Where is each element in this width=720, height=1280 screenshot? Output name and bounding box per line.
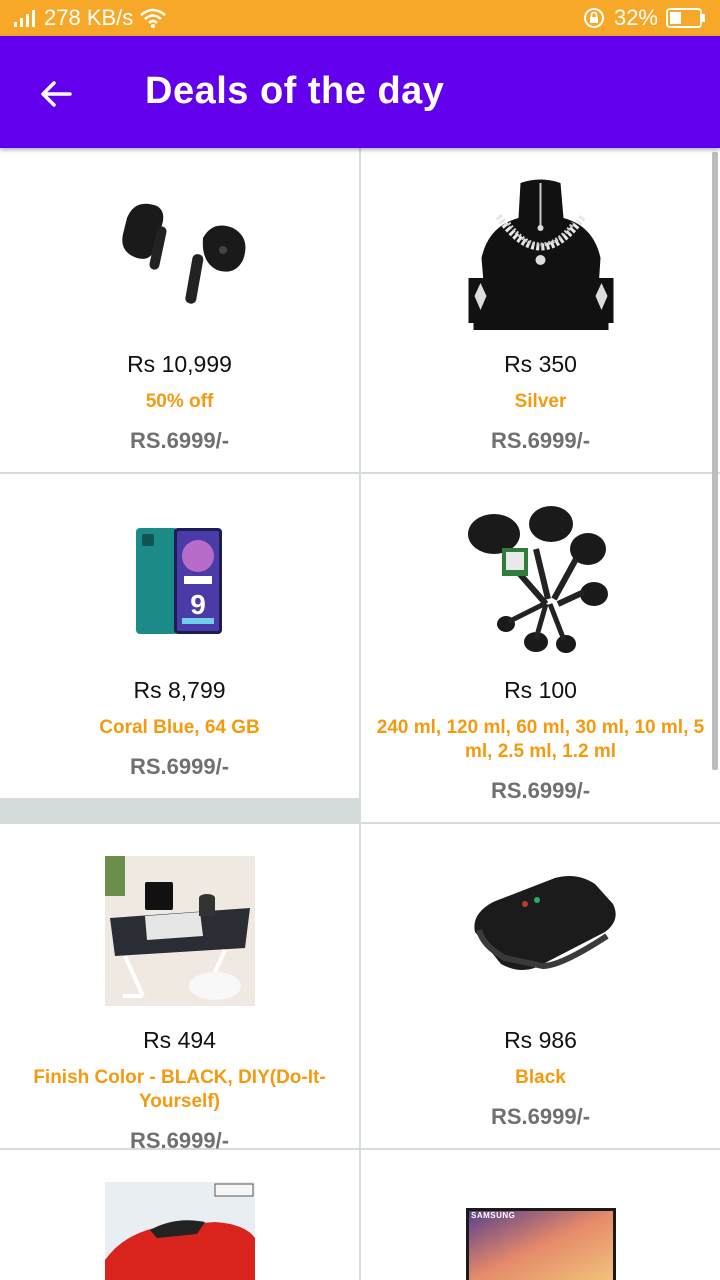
arrow-left-icon[interactable] [36, 74, 76, 114]
battery-percent: 32% [613, 5, 658, 30]
deal-variant: Silver [514, 391, 567, 412]
earbuds-image [121, 203, 245, 304]
laptop-table-image [104, 856, 255, 1006]
page-title: Deals of the day [145, 70, 445, 112]
deal-price: Rs 494 [143, 1027, 216, 1053]
status-bar: 278 KB/s 32% [0, 0, 720, 36]
deal-card[interactable] [0, 1150, 359, 1280]
deal-price: Rs 986 [504, 1027, 577, 1053]
deal-mrp: RS.6999/- [490, 778, 591, 803]
deal-card[interactable]: 9 Rs 8,799 Coral Blue, 64 GB RS.6999/- [0, 474, 359, 798]
scrollbar[interactable] [712, 152, 718, 770]
deal-mrp: RS.6999/- [129, 754, 230, 779]
deal-card[interactable]: SAMSUNG [361, 1150, 720, 1280]
battery-icon [666, 8, 705, 28]
deal-price: Rs 350 [504, 351, 577, 377]
wifi-icon [140, 8, 167, 28]
sandwich-maker-image [473, 876, 616, 970]
deal-variant: Coral Blue, 64 GB [99, 717, 260, 738]
deal-mrp: RS.6999/- [129, 428, 230, 453]
app-bar: Deals of the day [0, 36, 720, 148]
deal-mrp: RS.6999/- [490, 428, 591, 453]
deal-card[interactable]: Rs 10,999 50% off RS.6999/- [0, 148, 359, 472]
deal-price: Rs 8,799 [133, 677, 226, 703]
deal-card[interactable]: Rs 986 Black RS.6999/- [361, 824, 720, 1148]
network-speed: 278 KB/s [44, 5, 134, 30]
deals-grid: Rs 10,999 50% off RS.6999/- Rs 350 Silve… [0, 148, 720, 1280]
deal-price: Rs 100 [504, 677, 577, 703]
deal-card[interactable]: Rs 494 Finish Color - BLACK, DIY(Do-It-Y… [0, 824, 359, 1153]
measuring-cups-image [467, 506, 608, 653]
signal-icon [14, 10, 35, 27]
deal-card[interactable]: Rs 100 240 ml, 120 ml, 60 ml, 30 ml, 10 … [361, 474, 720, 822]
smartphone-image: 9 [135, 528, 222, 634]
svg-text:9: 9 [190, 589, 206, 620]
deal-price: Rs 10,999 [127, 351, 232, 377]
deal-variant: 240 ml, 120 ml, 60 ml, 30 ml, 10 ml, 5 m… [376, 717, 705, 762]
deal-card[interactable]: Rs 350 Silver RS.6999/- [361, 148, 720, 472]
tv-brand-label: SAMSUNG [471, 1211, 516, 1220]
deal-variant: 50% off [145, 391, 214, 412]
deal-variant: Finish Color - BLACK, DIY(Do-It-Yourself… [33, 1067, 326, 1112]
deal-variant: Black [515, 1067, 566, 1088]
toy-car-image [104, 1182, 255, 1280]
rotation-lock-icon [583, 8, 604, 28]
deal-mrp: RS.6999/- [490, 1104, 591, 1129]
necklace-image [468, 179, 613, 330]
